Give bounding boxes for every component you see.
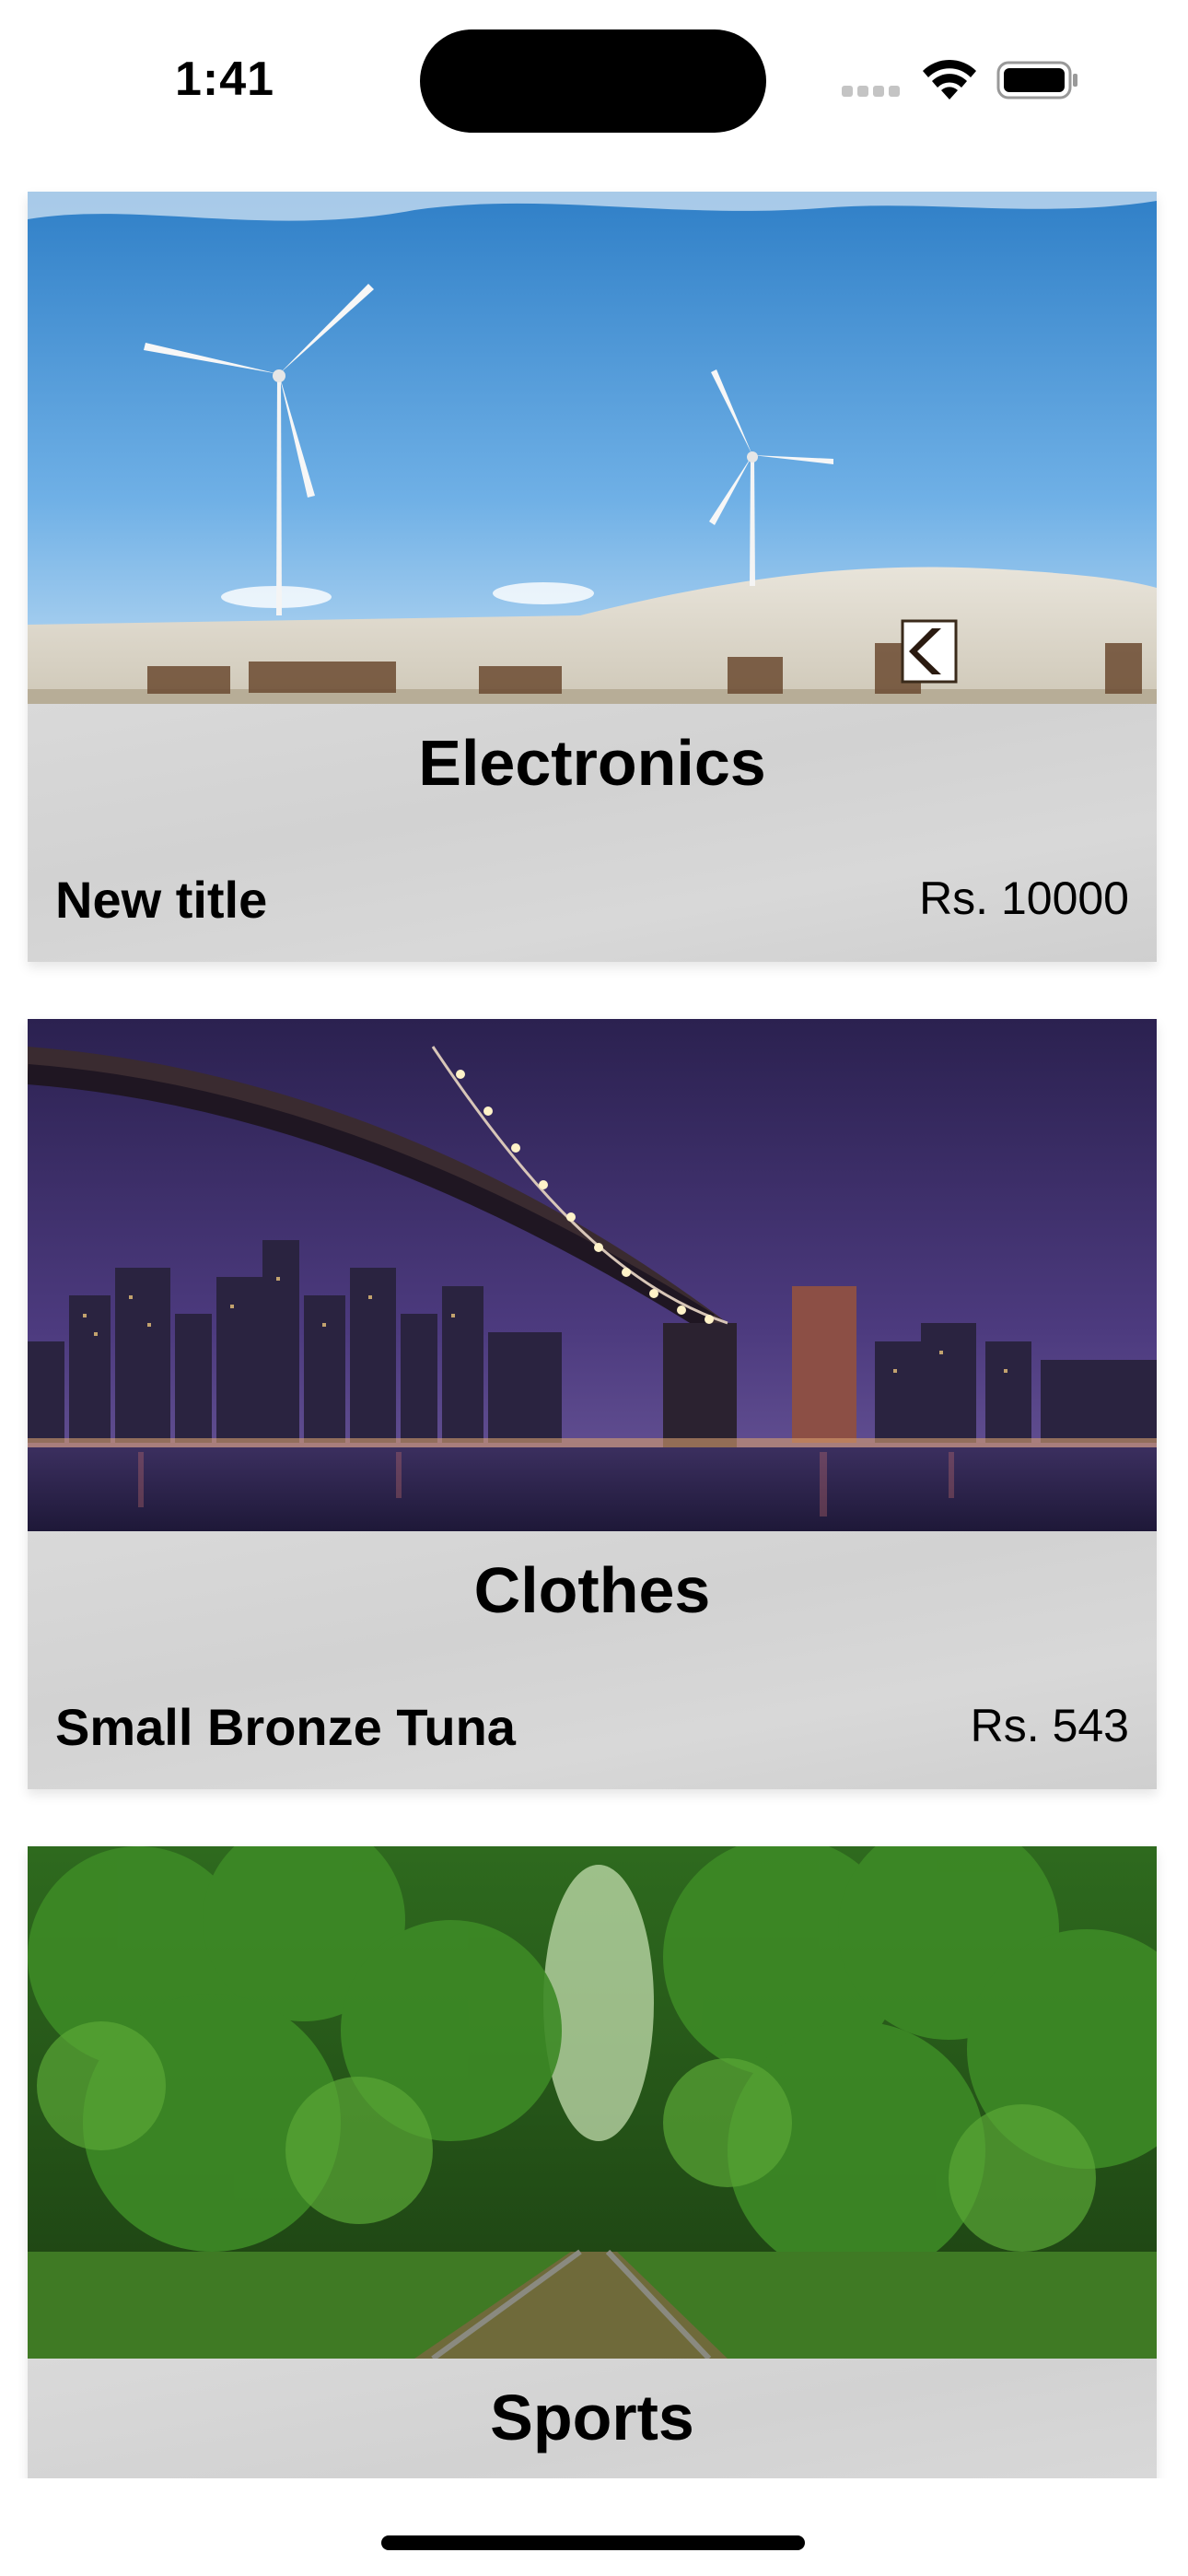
category-card-electronics[interactable]: Electronics New title Rs. 10000 (28, 192, 1157, 962)
wifi-icon (923, 59, 976, 100)
category-list[interactable]: Electronics New title Rs. 10000 Clothes … (0, 166, 1188, 2478)
dynamic-island (420, 29, 766, 133)
product-price: Rs. 543 (970, 1700, 1129, 1751)
home-indicator[interactable] (381, 2535, 805, 2550)
category-card-clothes[interactable]: Clothes Small Bronze Tuna Rs. 543 (28, 1019, 1157, 1789)
category-name: Electronics (418, 727, 766, 799)
wind-turbines-photo (28, 192, 1157, 704)
status-bar: 1:41 (0, 0, 1188, 166)
product-title: New title (55, 871, 268, 929)
category-card-footer: Clothes Small Bronze Tuna Rs. 543 (28, 1531, 1157, 1789)
product-title: Small Bronze Tuna (55, 1698, 516, 1756)
screen: 1:41 Electronics New title Rs. 10000 Clo… (0, 0, 1188, 2576)
status-time: 1:41 (175, 53, 275, 106)
cellular-signal-icon (842, 85, 906, 100)
category-card-sports[interactable]: Sports (28, 1846, 1157, 2478)
category-card-footer: Sports (28, 2359, 1157, 2478)
battery-icon (996, 61, 1077, 100)
category-name: Sports (490, 2382, 694, 2453)
category-card-footer: Electronics New title Rs. 10000 (28, 704, 1157, 962)
category-name: Clothes (473, 1554, 711, 1626)
product-price: Rs. 10000 (919, 872, 1129, 924)
forest-railway-photo (28, 1846, 1157, 2359)
night-bridge-skyline-photo (28, 1019, 1157, 1531)
